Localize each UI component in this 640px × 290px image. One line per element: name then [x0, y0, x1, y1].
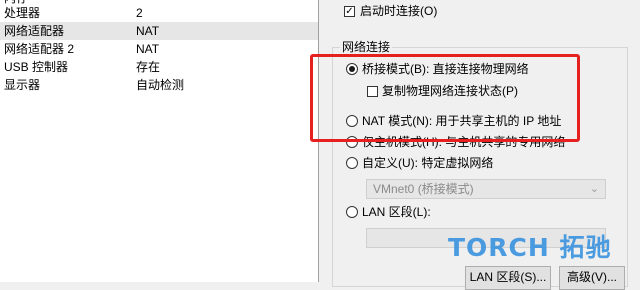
device-summary: 2: [136, 6, 143, 20]
lan-segments-button[interactable]: LAN 区段(S)...: [465, 266, 551, 290]
network-connection-title: 网络连接: [340, 39, 393, 55]
device-summary: NAT: [136, 42, 160, 56]
device-summary: 存在: [136, 60, 161, 74]
device-name: 网络适配器 2: [4, 42, 75, 56]
custom-network-select[interactable]: VMnet0 (桥接模式) ⌄: [366, 179, 606, 199]
device-row-display[interactable]: 显示器 自动检测: [0, 76, 318, 94]
connect-at-power-on-checkbox[interactable]: ✓: [344, 6, 355, 17]
device-summary: NAT: [136, 24, 160, 38]
device-summary: 自动检测: [136, 78, 185, 92]
device-list-panel: 内存 处理器 2 网络适配器 NAT 网络适配器 2 NAT USB 控制器 存…: [0, 0, 319, 282]
device-row-network-adapter[interactable]: 网络适配器 NAT: [0, 22, 318, 40]
highlight-box: [310, 54, 580, 142]
connect-at-power-on-label: 启动时连接(O): [360, 4, 438, 18]
advanced-button[interactable]: 高级(V)...: [559, 266, 625, 290]
torch-watermark: TORCH 拓驰: [448, 233, 612, 262]
device-row-network-adapter-2[interactable]: 网络适配器 2 NAT: [0, 40, 318, 58]
device-row-usb-controller[interactable]: USB 控制器 存在: [0, 58, 318, 76]
custom-network-select-value: VMnet0 (桥接模式): [373, 182, 474, 196]
custom-network-label: 自定义(U): 特定虚拟网络: [362, 156, 494, 170]
device-name: 显示器: [4, 78, 41, 92]
device-name: 网络适配器: [4, 24, 65, 38]
lan-segment-label: LAN 区段(L):: [362, 205, 431, 219]
custom-network-radio[interactable]: [346, 157, 358, 169]
lan-segment-radio[interactable]: [346, 206, 358, 218]
device-name: 处理器: [4, 6, 41, 20]
device-row-processor[interactable]: 处理器 2: [0, 4, 318, 22]
chevron-down-icon: ⌄: [589, 183, 599, 195]
device-name: USB 控制器: [4, 60, 69, 74]
